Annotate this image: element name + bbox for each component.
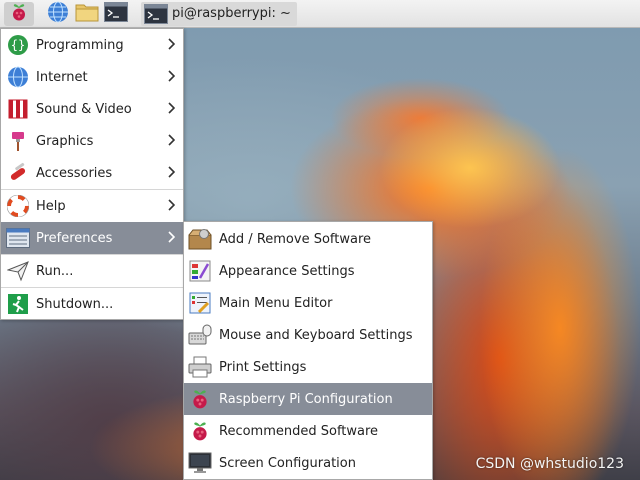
menu-item-label: Graphics [36, 133, 94, 149]
menu-item-programming[interactable]: {} Programming [1, 29, 183, 61]
menu-item-label: Main Menu Editor [219, 295, 333, 311]
menu-item-main-menu-editor[interactable]: Main Menu Editor [184, 287, 432, 319]
chevron-right-icon [168, 38, 175, 50]
terminal-icon [143, 2, 169, 26]
chevron-right-icon [168, 102, 175, 114]
menu-item-print-settings[interactable]: Print Settings [184, 351, 432, 383]
menu-item-mouse-keyboard-settings[interactable]: Mouse and Keyboard Settings [184, 319, 432, 351]
menu-item-label: Add / Remove Software [219, 231, 372, 247]
menu-editor-icon [188, 291, 212, 315]
keyboard-mouse-icon [188, 323, 212, 347]
programming-icon: {} [6, 33, 30, 57]
web-browser-launcher[interactable] [45, 1, 71, 27]
web-browser-globe-icon [47, 1, 69, 27]
graphics-paintbrush-icon [6, 129, 30, 153]
menu-item-help[interactable]: Help [1, 190, 183, 222]
file-manager-launcher[interactable] [74, 2, 100, 26]
menu-item-label: Mouse and Keyboard Settings [219, 327, 413, 343]
menu-item-label: Screen Configuration [219, 455, 356, 471]
menu-item-add-remove-software[interactable]: Add / Remove Software [184, 223, 432, 255]
menu-item-sound-video[interactable]: Sound & Video [1, 93, 183, 125]
chevron-right-icon [168, 199, 175, 211]
menu-item-label: Shutdown... [36, 296, 114, 312]
menu-item-label: Print Settings [219, 359, 307, 375]
menu-item-label: Help [36, 198, 66, 214]
chevron-right-icon [168, 70, 175, 82]
menu-item-appearance-settings[interactable]: Appearance Settings [184, 255, 432, 287]
menu-item-recommended-software[interactable]: Recommended Software [184, 415, 432, 447]
menu-item-label: Raspberry Pi Configuration [219, 391, 393, 407]
run-paper-plane-icon [6, 259, 30, 283]
raspberry-pi-icon [188, 387, 212, 411]
preferences-icon [6, 226, 30, 250]
menu-item-label: Internet [36, 69, 88, 85]
taskbar-window-terminal[interactable]: pi@raspberrypi: ~ [141, 1, 297, 26]
menu-item-label: Recommended Software [219, 423, 379, 439]
menu-item-label: Sound & Video [36, 101, 132, 117]
raspberry-menu-icon [10, 2, 28, 26]
chevron-right-icon [168, 166, 175, 178]
taskbar-window-label: pi@raspberrypi: ~ [172, 6, 291, 21]
preferences-submenu: Add / Remove Software Appearance Setting… [183, 221, 433, 480]
main-menu: {} Programming Internet Sound & Video Gr… [0, 28, 184, 320]
package-box-icon [188, 227, 212, 251]
menu-item-run[interactable]: Run... [1, 255, 183, 287]
raspberry-pi-icon [188, 419, 212, 443]
menu-item-accessories[interactable]: Accessories [1, 157, 183, 189]
appearance-palette-icon [188, 259, 212, 283]
menu-item-label: Programming [36, 37, 124, 53]
menu-item-screen-configuration[interactable]: Screen Configuration [184, 447, 432, 479]
monitor-icon [188, 451, 212, 475]
printer-icon [188, 355, 212, 379]
sound-video-icon [6, 97, 30, 121]
menu-item-internet[interactable]: Internet [1, 61, 183, 93]
menu-item-shutdown[interactable]: Shutdown... [1, 288, 183, 320]
terminal-icon [104, 1, 128, 26]
chevron-right-icon [168, 231, 175, 243]
menu-item-preferences[interactable]: Preferences [1, 222, 183, 254]
menu-item-label: Accessories [36, 165, 113, 181]
file-manager-folder-icon [75, 2, 99, 26]
menu-item-label: Appearance Settings [219, 263, 355, 279]
taskbar: pi@raspberrypi: ~ [0, 0, 640, 28]
watermark: CSDN @whstudio123 [475, 456, 624, 472]
menu-item-label: Preferences [36, 230, 113, 246]
main-menu-button[interactable] [4, 1, 34, 26]
help-lifebuoy-icon [6, 194, 30, 218]
svg-text:{}: {} [11, 38, 25, 52]
menu-item-label: Run... [36, 263, 74, 279]
shutdown-exit-icon [6, 292, 30, 316]
internet-globe-icon [6, 65, 30, 89]
menu-item-raspberry-pi-configuration[interactable]: Raspberry Pi Configuration [184, 383, 432, 415]
menu-item-graphics[interactable]: Graphics [1, 125, 183, 157]
terminal-launcher[interactable] [103, 1, 129, 26]
chevron-right-icon [168, 134, 175, 146]
accessories-knife-icon [6, 161, 30, 185]
